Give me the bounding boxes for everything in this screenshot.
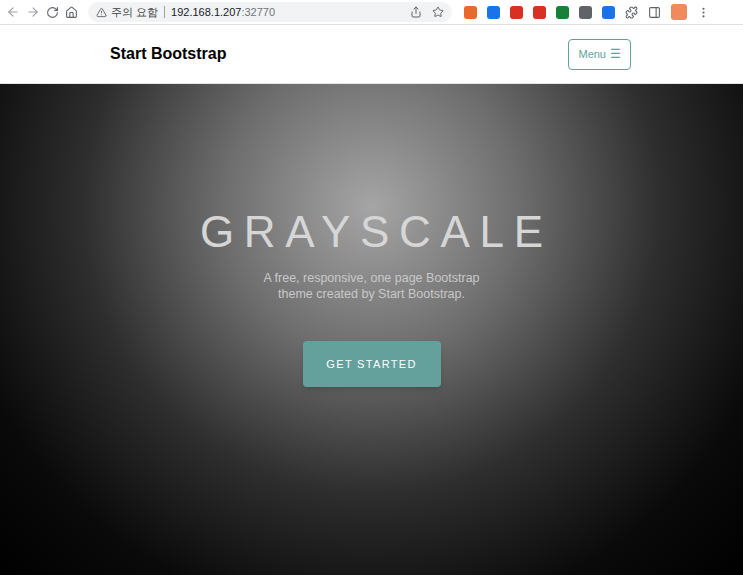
get-started-button[interactable]: GET STARTED <box>303 341 441 387</box>
extension-icon[interactable] <box>487 6 500 19</box>
extension-icon[interactable] <box>556 6 569 19</box>
bookmark-star-icon[interactable] <box>432 6 444 18</box>
extension-icon[interactable] <box>533 6 546 19</box>
browser-toolbar: 주의 요함 192.168.1.207:32770 <box>0 0 743 25</box>
profile-avatar-icon[interactable] <box>671 4 687 20</box>
url-text: 192.168.1.207:32770 <box>171 7 275 18</box>
home-icon[interactable] <box>65 6 78 19</box>
hero-section: GRAYSCALE A free, responsive, one page Bo… <box>0 84 743 575</box>
back-icon[interactable] <box>6 5 20 19</box>
extension-icon[interactable] <box>579 6 592 19</box>
hero-subtitle: A free, responsive, one page Bootstrapth… <box>263 270 479 302</box>
more-icon[interactable] <box>697 6 710 19</box>
menu-icon: ☰ <box>610 45 621 63</box>
address-separator <box>164 6 165 18</box>
share-icon[interactable] <box>410 6 422 18</box>
extension-icon[interactable] <box>602 6 615 19</box>
reload-icon[interactable] <box>46 6 59 19</box>
side-panel-icon[interactable] <box>648 6 661 19</box>
brand-link[interactable]: Start Bootstrap <box>110 42 226 66</box>
hero-title: GRAYSCALE <box>190 210 553 254</box>
security-warning: 주의 요함 <box>111 7 158 18</box>
address-bar[interactable]: 주의 요함 192.168.1.207:32770 <box>88 2 452 22</box>
site-navbar: Start Bootstrap Menu☰ <box>0 25 743 84</box>
extension-icon[interactable] <box>464 6 477 19</box>
forward-icon[interactable] <box>26 5 40 19</box>
warning-icon <box>96 7 107 18</box>
browser-window: 주의 요함 192.168.1.207:32770 Start Bootstrap M… <box>0 0 743 575</box>
extension-icon[interactable] <box>510 6 523 19</box>
extensions <box>464 4 710 20</box>
puzzle-icon[interactable] <box>625 6 638 19</box>
menu-button[interactable]: Menu☰ <box>568 39 631 70</box>
